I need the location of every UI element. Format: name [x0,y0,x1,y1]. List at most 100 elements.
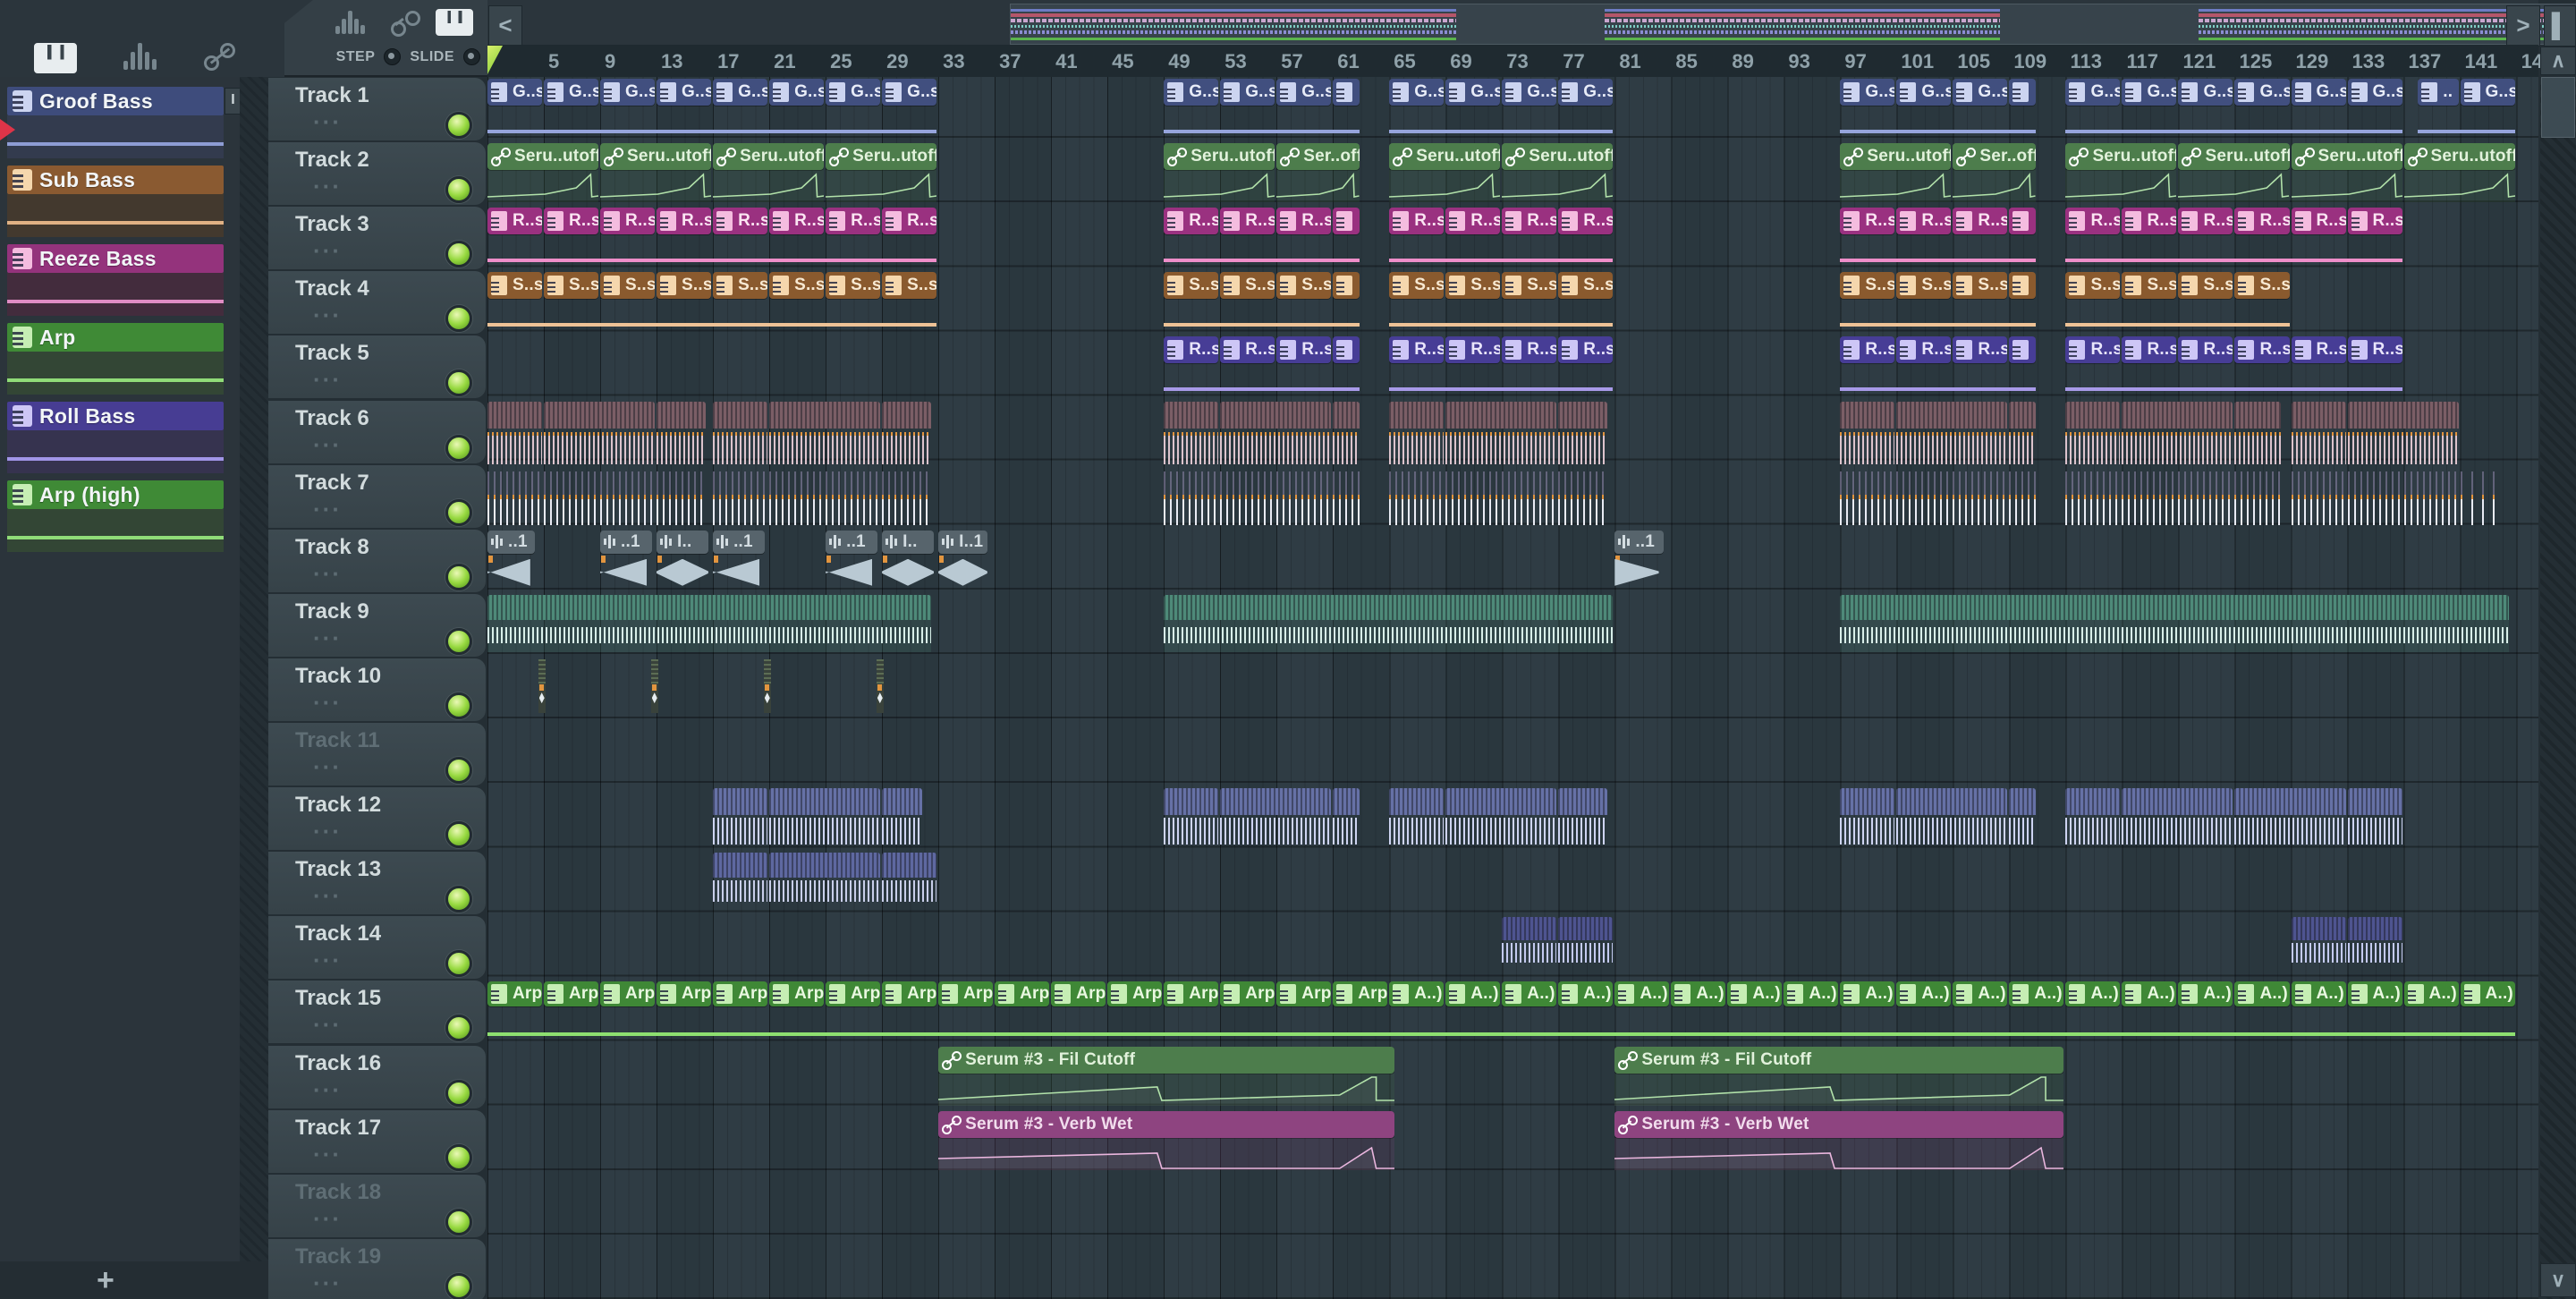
track-options-dots[interactable]: ··· [313,1076,342,1104]
clip-audio[interactable] [2347,917,2402,976]
clip-audio[interactable] [1333,788,1360,847]
clip-audio[interactable] [1389,401,1445,464]
clip-pat[interactable]: Arp [1276,981,1332,1007]
track-enable-led[interactable] [445,241,472,268]
clip-auto[interactable]: Seru..utoff [2065,143,2177,203]
clip-pat[interactable]: Arp [713,981,768,1007]
track-options-dots[interactable]: ··· [313,1269,342,1297]
clip-pat[interactable]: Arp [826,981,881,1007]
track-enable-led[interactable] [445,692,472,719]
clip-auto[interactable]: Serum #3 - Verb Wet [938,1110,1395,1170]
track-enable-led[interactable] [445,1272,472,1299]
clip-audio[interactable] [769,853,881,912]
clip-audio[interactable] [1333,401,1360,464]
clip-crash[interactable]: I..1 [938,530,987,590]
track-options-dots[interactable]: ··· [313,947,342,974]
clip-audio[interactable] [1558,917,1614,976]
timeline-ruler[interactable]: 5 9 13 17 21 25 29 33 37 41 45 49 53 57 61 65 69 73 77 81 85… [487,45,2554,79]
clip-spikes[interactable] [2460,466,2501,525]
clip-audio[interactable] [1220,788,1332,847]
track-options-dots[interactable]: ··· [313,1205,342,1233]
clip-spikes[interactable] [2065,466,2282,525]
clip-crash[interactable]: I.. [657,530,708,590]
clip-pat[interactable]: A..) [2347,981,2402,1007]
clip-auto[interactable]: Serum #3 - Fil Cutoff [938,1046,1395,1106]
clip-audio[interactable] [2065,401,2121,464]
clip-audio[interactable] [2347,788,2402,847]
clip-audio[interactable] [657,401,706,464]
clip-pat[interactable]: A..) [2234,981,2290,1007]
audio-wave-icon[interactable] [123,43,168,70]
clip-auto[interactable]: Ser..off [1276,143,1360,203]
clip-audio[interactable] [882,853,937,912]
clip-pat[interactable]: Arp [600,981,656,1007]
track-enable-led[interactable] [445,498,472,526]
clip-audio[interactable] [882,788,923,847]
clip-pat[interactable]: A..) [1671,981,1726,1007]
track-header[interactable]: Track 12 ··· [268,787,486,851]
clip-audio[interactable] [2291,917,2346,976]
track-options-dots[interactable]: ··· [313,560,342,588]
clip-pat[interactable]: Arp [1333,981,1388,1007]
clip-audio[interactable] [713,853,768,912]
track-header[interactable]: Track 16 ··· [268,1045,486,1108]
clip-pat[interactable]: Arp [769,981,825,1007]
playhead-marker[interactable] [487,46,503,74]
pattern-card[interactable]: Groof Bass I [0,87,242,158]
clip-crash[interactable]: ..1 [826,530,877,590]
track-header[interactable]: Track 13 ··· [268,852,486,915]
clip-crash[interactable]: I.. [882,530,934,590]
clip-audio[interactable] [1896,401,2008,464]
vertical-scrollbar-thumb[interactable] [2541,77,2575,138]
track-enable-led[interactable] [445,950,472,978]
step-radio[interactable] [384,48,402,65]
track-enable-led[interactable] [445,821,472,849]
clip-audio[interactable] [1840,401,1895,464]
track-header[interactable]: Track 2 ··· [268,142,486,206]
track-header[interactable]: Track 7 ··· [268,464,486,528]
clip-pat[interactable]: Arp [882,981,937,1007]
track-header[interactable]: Track 17 ··· [268,1109,486,1173]
clip-spikes[interactable] [487,466,706,525]
track-enable-led[interactable] [445,886,472,913]
slide-radio[interactable] [463,48,480,65]
clip-pat[interactable]: Arp [1220,981,1275,1007]
playlist-grid[interactable]: G..s G..s G..s G..s G..s G..s G..s G..s G..s G..s… [487,77,2538,1299]
clip-spikes[interactable] [2291,466,2459,525]
clip-audio[interactable] [2065,788,2121,847]
clip-pat[interactable]: A..) [1784,981,1839,1007]
clip-pat[interactable]: A..) [2291,981,2346,1007]
track-header[interactable]: Track 1 ··· [268,78,486,140]
clip-spikes[interactable] [1389,466,1607,525]
clip-audio[interactable] [2009,788,2036,847]
clip-audio[interactable] [2009,401,2036,464]
audio-hit-clip[interactable] [650,658,658,713]
clip-audio[interactable] [1896,788,2008,847]
clip-audio[interactable] [544,401,656,464]
track-header[interactable]: Track 15 ··· [268,981,486,1044]
clip-audio[interactable] [713,788,768,847]
track-header[interactable]: Track 11 ··· [268,723,486,786]
audio-hit-clip[interactable] [538,658,546,713]
track-enable-led[interactable] [445,1015,472,1042]
clip-pat[interactable]: A..) [1445,981,1501,1007]
pattern-card[interactable]: Sub Bass [7,166,224,237]
piano-roll-icon[interactable] [34,43,77,73]
track-header[interactable]: Track 5 ··· [268,335,486,399]
track-header[interactable]: Track 18 ··· [268,1174,486,1237]
pattern-card[interactable]: Roll Bass [7,402,224,473]
clip-pat[interactable]: A..) [2178,981,2233,1007]
clip-crash[interactable]: ..1 [487,530,536,590]
clip-audio[interactable] [882,401,931,464]
clip-pat[interactable]: Arp [995,981,1050,1007]
clip-pat[interactable]: A..) [1389,981,1445,1007]
track-options-dots[interactable]: ··· [313,689,342,717]
pattern-card[interactable]: Reeze Bass [7,244,224,316]
clip-audio[interactable] [2291,401,2346,464]
clip-audio[interactable] [487,401,543,464]
playlist-scrollbar-thumb[interactable] [1010,4,2576,45]
track-header[interactable]: Track 19 ··· [268,1238,486,1299]
piano-roll-icon[interactable] [436,9,473,36]
track-options-dots[interactable]: ··· [313,108,342,136]
clip-crash[interactable]: ..1 [600,530,652,590]
